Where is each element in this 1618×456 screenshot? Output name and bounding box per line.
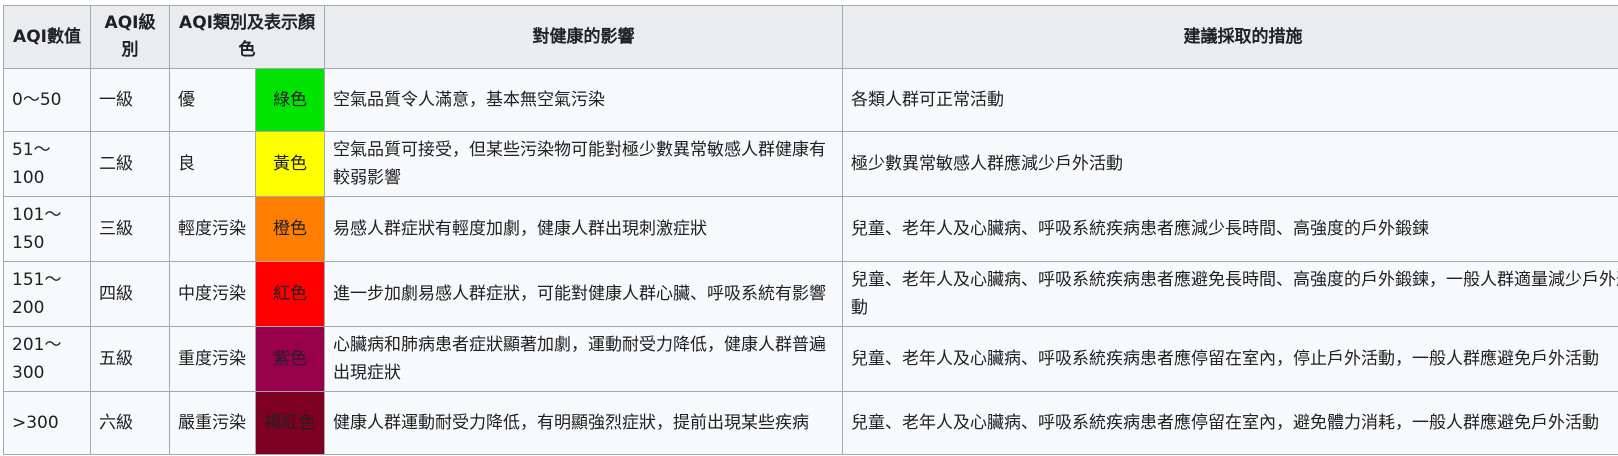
- aqi-table: AQI數值 AQI級別 AQI類別及表示顏色 對健康的影響 建議採取的措施 0～…: [3, 5, 1618, 455]
- table-row: 201～300 五級 重度污染 紫色 心臟病和肺病患者症狀顯著加劇，運動耐受力降…: [3, 326, 1618, 392]
- header-aqi-level: AQI級別: [90, 5, 170, 69]
- category-cell: 良: [169, 131, 256, 197]
- color-swatch-cell: 綠色: [255, 68, 325, 132]
- health-effects-cell: 進一步加劇易感人群症狀，可能對健康人群心臟、呼吸系統有影響: [324, 261, 843, 327]
- aqi-level-cell: 三級: [90, 196, 170, 262]
- health-effects-cell: 健康人群運動耐受力降低，有明顯強烈症狀，提前出現某些疾病: [324, 391, 843, 455]
- aqi-value-cell: 51～100: [3, 131, 91, 197]
- health-effects-cell: 空氣品質可接受，但某些污染物可能對極少數異常敏感人群健康有較弱影響: [324, 131, 843, 197]
- aqi-value-cell: 0～50: [3, 68, 91, 132]
- suggested-measures-cell: 各類人群可正常活動: [842, 68, 1618, 132]
- aqi-value-cell: 101～150: [3, 196, 91, 262]
- suggested-measures-cell: 兒童、老年人及心臟病、呼吸系統疾病患者應停留在室內，避免體力消耗，一般人群應避免…: [842, 391, 1618, 455]
- category-cell: 中度污染: [169, 261, 256, 327]
- suggested-measures-cell: 兒童、老年人及心臟病、呼吸系統疾病患者應停留在室內，停止戶外活動，一般人群應避免…: [842, 326, 1618, 392]
- color-swatch-cell: 紫色: [255, 326, 325, 392]
- aqi-level-cell: 五級: [90, 326, 170, 392]
- header-suggested-measures: 建議採取的措施: [842, 5, 1618, 69]
- suggested-measures-cell: 兒童、老年人及心臟病、呼吸系統疾病患者應減少長時間、高強度的戶外鍛鍊: [842, 196, 1618, 262]
- aqi-level-cell: 二級: [90, 131, 170, 197]
- table-row: >300 六級 嚴重污染 褐紅色 健康人群運動耐受力降低，有明顯強烈症狀，提前出…: [3, 391, 1618, 455]
- aqi-value-cell: >300: [3, 391, 91, 455]
- category-cell: 重度污染: [169, 326, 256, 392]
- color-swatch-cell: 橙色: [255, 196, 325, 262]
- health-effects-cell: 易感人群症狀有輕度加劇，健康人群出現刺激症狀: [324, 196, 843, 262]
- table-row: 51～100 二級 良 黃色 空氣品質可接受，但某些污染物可能對極少數異常敏感人…: [3, 131, 1618, 197]
- category-cell: 優: [169, 68, 256, 132]
- suggested-measures-cell: 極少數異常敏感人群應減少戶外活動: [842, 131, 1618, 197]
- health-effects-cell: 空氣品質令人滿意，基本無空氣污染: [324, 68, 843, 132]
- header-aqi-value: AQI數值: [3, 5, 91, 69]
- aqi-level-cell: 六級: [90, 391, 170, 455]
- table-row: 151～200 四級 中度污染 紅色 進一步加劇易感人群症狀，可能對健康人群心臟…: [3, 261, 1618, 327]
- header-category-color: AQI類別及表示顏色: [169, 5, 325, 69]
- aqi-value-cell: 151～200: [3, 261, 91, 327]
- table-row: 101～150 三級 輕度污染 橙色 易感人群症狀有輕度加劇，健康人群出現刺激症…: [3, 196, 1618, 262]
- health-effects-cell: 心臟病和肺病患者症狀顯著加劇，運動耐受力降低，健康人群普遍出現症狀: [324, 326, 843, 392]
- table-row: 0～50 一級 優 綠色 空氣品質令人滿意，基本無空氣污染 各類人群可正常活動: [3, 68, 1618, 132]
- category-cell: 嚴重污染: [169, 391, 256, 455]
- suggested-measures-cell: 兒童、老年人及心臟病、呼吸系統疾病患者應避免長時間、高強度的戶外鍛鍊，一般人群適…: [842, 261, 1618, 327]
- header-row: AQI數值 AQI級別 AQI類別及表示顏色 對健康的影響 建議採取的措施: [3, 5, 1618, 69]
- table-body: 0～50 一級 優 綠色 空氣品質令人滿意，基本無空氣污染 各類人群可正常活動 …: [3, 68, 1618, 455]
- color-swatch-cell: 褐紅色: [255, 391, 325, 455]
- aqi-level-cell: 四級: [90, 261, 170, 327]
- color-swatch-cell: 黃色: [255, 131, 325, 197]
- category-cell: 輕度污染: [169, 196, 256, 262]
- aqi-level-cell: 一級: [90, 68, 170, 132]
- aqi-value-cell: 201～300: [3, 326, 91, 392]
- color-swatch-cell: 紅色: [255, 261, 325, 327]
- header-health-effects: 對健康的影響: [324, 5, 843, 69]
